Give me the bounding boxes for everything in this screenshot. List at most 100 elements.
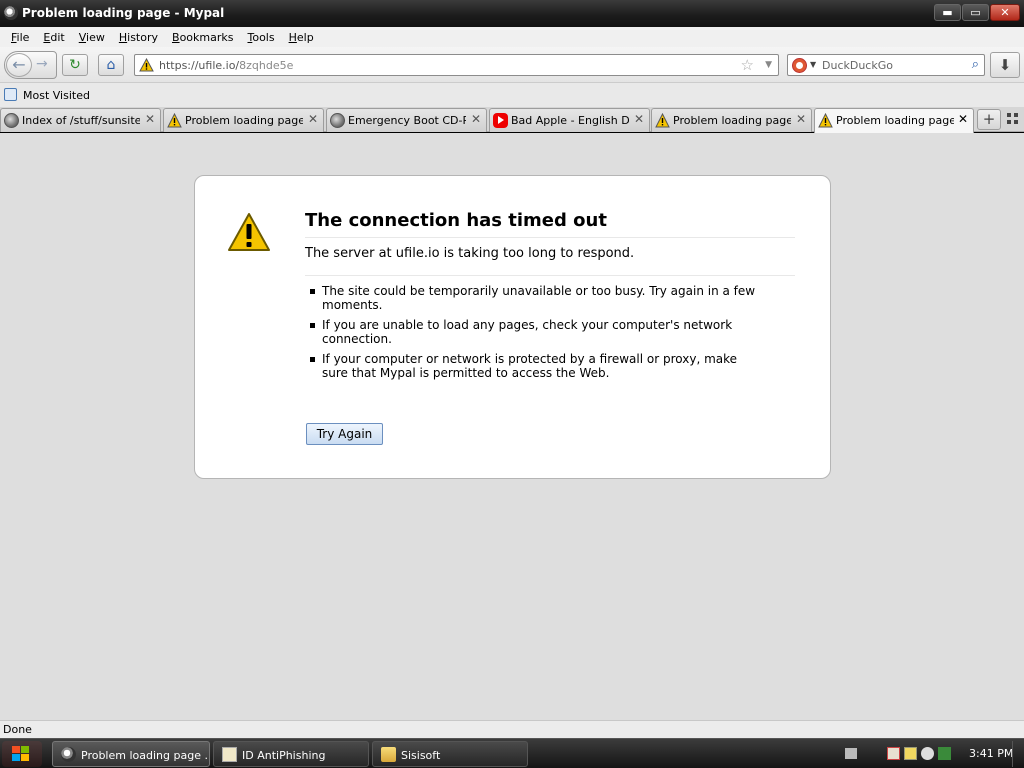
list-all-tabs-icon[interactable] <box>1007 113 1019 125</box>
most-visited-bookmark[interactable]: Most Visited <box>23 89 90 102</box>
url-host: https://ufile.io/ <box>159 59 240 72</box>
taskbar-item[interactable]: Sisisoft <box>372 741 528 767</box>
list-item: If you are unable to load any pages, che… <box>305 318 765 346</box>
bookmarks-toolbar: Most Visited <box>0 83 1024 107</box>
new-tab-button[interactable]: + <box>977 109 1001 130</box>
download-icon[interactable]: ⬇ <box>990 52 1020 78</box>
menu-help[interactable]: Help <box>282 31 321 44</box>
taskbar-item-label: ID AntiPhishing <box>242 749 326 762</box>
url-bar[interactable]: https://ufile.io/8zqhde5e ☆ ▼ <box>134 54 779 76</box>
tab-item-active[interactable]: Problem loading page ✕ <box>814 108 974 133</box>
window-controls: ▬ ▭ ✕ <box>934 4 1020 21</box>
menu-file[interactable]: File <box>4 31 36 44</box>
tab-close-icon[interactable]: ✕ <box>145 112 155 126</box>
taskbar-item-label: Sisisoft <box>401 749 441 762</box>
menu-edit[interactable]: Edit <box>36 31 71 44</box>
menu-file-label: ile <box>16 30 30 44</box>
menu-bookmarks[interactable]: Bookmarks <box>165 31 240 44</box>
tab-label: Bad Apple - English Du... <box>511 114 629 127</box>
tab-item[interactable]: Problem loading page ✕ <box>651 108 812 132</box>
status-text: Done <box>3 723 32 736</box>
network-icon[interactable] <box>938 747 951 760</box>
warning-icon <box>139 58 154 72</box>
taskbar-item-label: Problem loading page ... <box>81 749 207 762</box>
windows-logo-icon <box>12 746 30 762</box>
tab-label: Emergency Boot CD-R... <box>348 114 466 127</box>
mypal-icon <box>4 6 18 20</box>
taskbar-item[interactable]: ID AntiPhishing <box>213 741 369 767</box>
tab-item[interactable]: Index of /stuff/sunsite... ✕ <box>0 108 161 132</box>
menu-view[interactable]: View <box>72 31 112 44</box>
page-content: The connection has timed out The server … <box>0 133 1024 720</box>
tab-close-icon[interactable]: ✕ <box>796 112 806 126</box>
url-dropdown-icon[interactable]: ▼ <box>765 60 772 70</box>
forward-arrow-icon[interactable]: → <box>36 56 48 72</box>
engine-dropdown-icon[interactable]: ▼ <box>810 60 816 69</box>
clock[interactable]: 3:41 PM <box>969 747 1013 760</box>
system-tray <box>845 747 951 760</box>
tab-close-icon[interactable]: ✕ <box>308 112 318 126</box>
taskbar-item[interactable]: Problem loading page ... <box>52 741 210 767</box>
tab-item[interactable]: Emergency Boot CD-R... ✕ <box>326 108 487 132</box>
globe-icon <box>330 113 345 128</box>
start-button[interactable] <box>2 741 42 767</box>
error-short-description: The server at ufile.io is taking too lon… <box>305 246 795 276</box>
error-suggestions-list: The site could be temporarily unavailabl… <box>305 284 765 386</box>
reload-icon[interactable]: ↻ <box>62 54 88 76</box>
tab-strip: Index of /stuff/sunsite... ✕ Problem loa… <box>0 107 1024 133</box>
minimize-button[interactable]: ▬ <box>934 4 961 21</box>
bookmark-star-icon[interactable]: ☆ <box>741 56 754 74</box>
window-title: Problem loading page - Mypal <box>22 6 225 20</box>
youtube-icon <box>493 113 508 128</box>
globe-icon <box>4 113 19 128</box>
error-title: The connection has timed out <box>305 210 795 238</box>
large-warning-icon <box>228 213 270 251</box>
menu-view-label: iew <box>86 30 105 44</box>
list-item: If your computer or network is protected… <box>305 352 765 380</box>
tray-app-icon[interactable] <box>887 747 900 760</box>
show-desktop-button[interactable] <box>1012 741 1022 767</box>
warning-icon <box>818 113 833 128</box>
tab-close-icon[interactable]: ✕ <box>958 112 968 126</box>
maximize-button[interactable]: ▭ <box>962 4 989 21</box>
tray-app-icon[interactable] <box>904 747 917 760</box>
folder-icon <box>381 747 396 762</box>
menu-edit-label: dit <box>50 30 65 44</box>
home-icon[interactable]: ⌂ <box>98 54 124 76</box>
tab-item[interactable]: Bad Apple - English Du... ✕ <box>489 108 650 132</box>
most-visited-icon <box>4 88 17 101</box>
status-bar: Done <box>0 720 1024 738</box>
keyboard-icon[interactable] <box>845 748 857 759</box>
tab-label: Problem loading page <box>836 114 954 127</box>
warning-icon <box>655 113 670 128</box>
mypal-icon <box>61 747 76 762</box>
menu-tools[interactable]: Tools <box>240 31 281 44</box>
error-page-container: The connection has timed out The server … <box>194 175 831 479</box>
duckduckgo-icon[interactable] <box>792 58 807 73</box>
search-bar[interactable]: ▼ DuckDuckGo ⌕ <box>787 54 985 76</box>
menu-bookmarks-label: ookmarks <box>179 30 234 44</box>
volume-icon[interactable] <box>921 747 934 760</box>
url-path: 8zqhde5e <box>239 59 294 72</box>
close-button[interactable]: ✕ <box>990 4 1020 21</box>
url-text: https://ufile.io/8zqhde5e <box>159 59 293 72</box>
tab-label: Index of /stuff/sunsite... <box>22 114 140 127</box>
tab-close-icon[interactable]: ✕ <box>471 112 481 126</box>
tab-label: Problem loading page <box>673 114 791 127</box>
back-arrow-icon[interactable]: ← <box>6 53 32 77</box>
menu-tools-label: ools <box>252 30 275 44</box>
try-again-button[interactable]: Try Again <box>306 423 383 445</box>
app-icon <box>222 747 237 762</box>
search-icon[interactable]: ⌕ <box>972 57 979 72</box>
warning-icon <box>167 113 182 128</box>
tab-close-icon[interactable]: ✕ <box>634 112 644 126</box>
list-item: The site could be temporarily unavailabl… <box>305 284 765 312</box>
tab-item[interactable]: Problem loading page ✕ <box>163 108 324 132</box>
search-placeholder: DuckDuckGo <box>822 59 893 72</box>
menu-help-label: elp <box>296 30 314 44</box>
menu-bar: File Edit View History Bookmarks Tools H… <box>0 27 1024 47</box>
menu-history[interactable]: History <box>112 31 165 44</box>
back-forward-group: ← → <box>4 51 57 79</box>
title-bar: Problem loading page - Mypal ▬ ▭ ✕ <box>0 0 1024 27</box>
navigation-toolbar: ← → ↻ ⌂ https://ufile.io/8zqhde5e ☆ ▼ ▼ … <box>0 47 1024 83</box>
